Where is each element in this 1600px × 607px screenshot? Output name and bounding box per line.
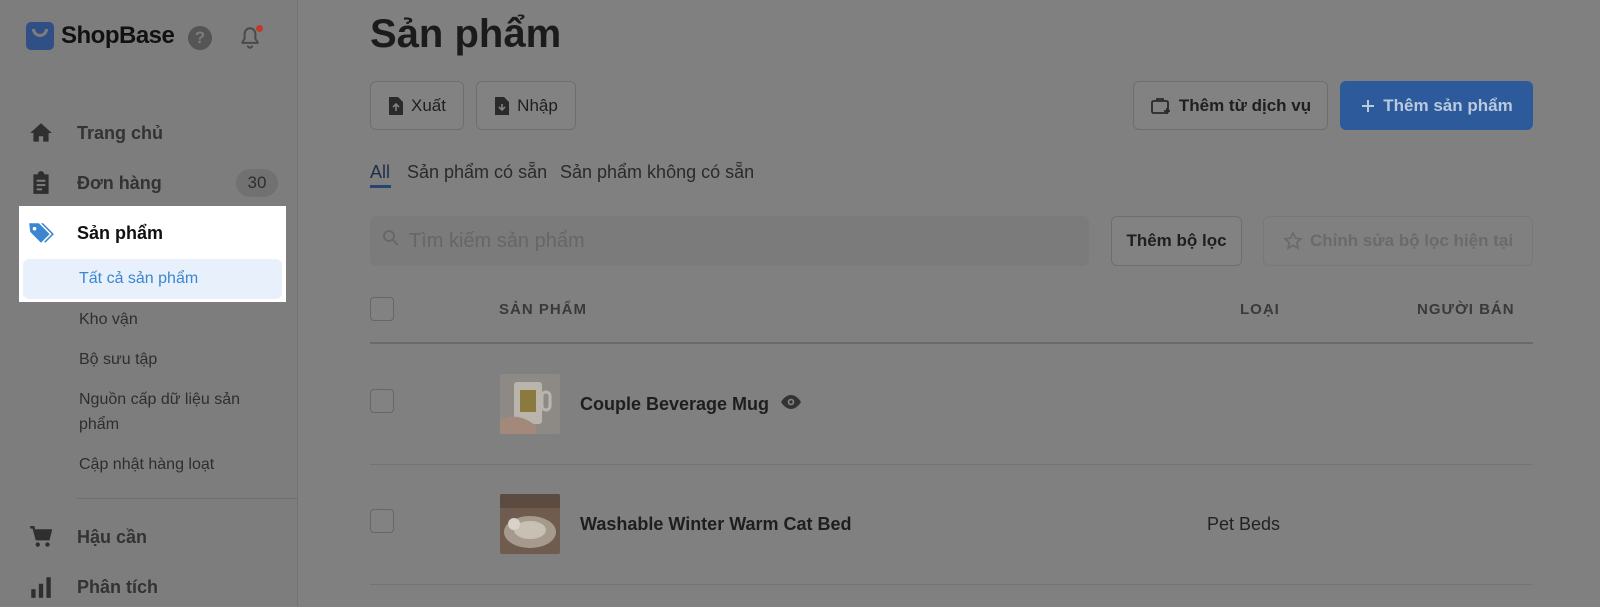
sidebar-item-label: Phân tích [77,576,159,597]
edit-filter-label: Chỉnh sửa bộ lọc hiện tại [1309,231,1514,250]
main-content: Sản phẩm Xuất Nhập Thêm từ dịch vụ Thêm … [298,0,1600,606]
brand-name: ShopBase [61,22,175,49]
help-icon[interactable]: ? [188,26,212,50]
sidebar-item-products[interactable]: Sản phẩm [0,213,298,253]
plus-icon [1362,99,1375,112]
sidebar-item-label: Sản phẩm [77,222,164,243]
sidebar-item-orders[interactable]: Đơn hàng 30 [0,163,298,203]
sidebar-item-label: Đơn hàng [77,172,162,193]
sidebar-item-fulfillment[interactable]: Hậu cần [0,517,298,557]
star-icon [1283,231,1303,250]
select-all-checkbox[interactable] [370,297,394,321]
table-row[interactable]: Washable Winter Warm Cat Bed Pet Beds [370,464,1533,585]
sidebar-item-label: Trang chủ [77,122,164,143]
add-filter-button[interactable]: Thêm bộ lọc [1111,216,1242,266]
sidebar-item-analytics[interactable]: Phân tích [0,567,298,607]
column-header-type[interactable]: LOẠI [1240,292,1280,328]
file-export-icon [389,96,403,115]
notification-dot [256,25,263,32]
add-product-label: Thêm sản phẩm [1383,95,1513,115]
add-filter-label: Thêm bộ lọc [1126,231,1227,250]
shopbase-logo-icon [26,22,54,50]
bar-chart-icon [27,573,55,601]
export-button[interactable]: Xuất [370,81,464,130]
tab-all[interactable]: All [370,162,390,183]
tab-available[interactable]: Sản phẩm có sẵn [407,162,547,183]
import-button[interactable]: Nhập [476,81,576,130]
tag-icon [27,219,55,247]
product-thumbnail[interactable] [500,494,560,554]
product-name[interactable]: Couple Beverage Mug [580,344,769,464]
export-label: Xuất [411,95,446,115]
column-header-vendor[interactable]: NGƯỜI BÁN [1417,292,1515,328]
table-header: SẢN PHẨM LOẠI NGƯỜI BÁN [370,292,1533,344]
search-placeholder: Tìm kiếm sản phẩm [409,230,585,252]
product-type: Pet Beds [1207,514,1281,534]
edit-current-filter-button[interactable]: Chỉnh sửa bộ lọc hiện tại [1263,216,1533,266]
search-input[interactable]: Tìm kiếm sản phẩm [370,216,1089,266]
product-name[interactable]: Washable Winter Warm Cat Bed [580,464,852,584]
search-icon [383,230,399,246]
import-label: Nhập [517,95,558,115]
file-import-icon [495,96,510,115]
row-checkbox[interactable] [370,389,394,413]
subnav-collections[interactable]: Bộ sưu tập [79,347,269,372]
subnav-inventory[interactable]: Kho vận [79,307,269,332]
add-from-service-label: Thêm từ dịch vụ [1178,95,1312,115]
row-checkbox[interactable] [370,509,394,533]
sidebar-item-label: Hậu cần [77,526,148,547]
page-title: Sản phẩm [370,12,562,56]
column-header-product[interactable]: SẢN PHẨM [499,292,587,328]
sidebar-divider [77,498,298,499]
add-product-button[interactable]: Thêm sản phẩm [1340,81,1533,130]
orders-count-badge: 30 [236,169,278,197]
subnav-label: Tất cả sản phẩm [79,270,199,287]
eye-icon[interactable] [780,394,802,410]
home-icon [27,119,55,147]
table-row[interactable]: Couple Beverage Mug [370,344,1533,465]
clipboard-icon [27,169,55,197]
sidebar: ShopBase ? Trang chủ Đơn hàng 30 Sản phẩ… [0,0,298,606]
tab-unavailable[interactable]: Sản phẩm không có sẵn [560,162,754,183]
subnav-all-products[interactable]: Tất cả sản phẩm [23,259,282,299]
product-thumbnail[interactable] [500,374,560,434]
briefcase-add-icon [1150,97,1170,114]
add-from-service-button[interactable]: Thêm từ dịch vụ [1133,81,1328,130]
active-tab-indicator [370,185,391,188]
subnav-product-feeds[interactable]: Nguồn cấp dữ liệu sản phẩm [79,387,269,437]
sidebar-item-home[interactable]: Trang chủ [0,113,298,153]
logo[interactable]: ShopBase [26,22,175,50]
subnav-bulk-update[interactable]: Cập nhật hàng loạt [79,452,269,477]
cart-icon [27,523,55,551]
